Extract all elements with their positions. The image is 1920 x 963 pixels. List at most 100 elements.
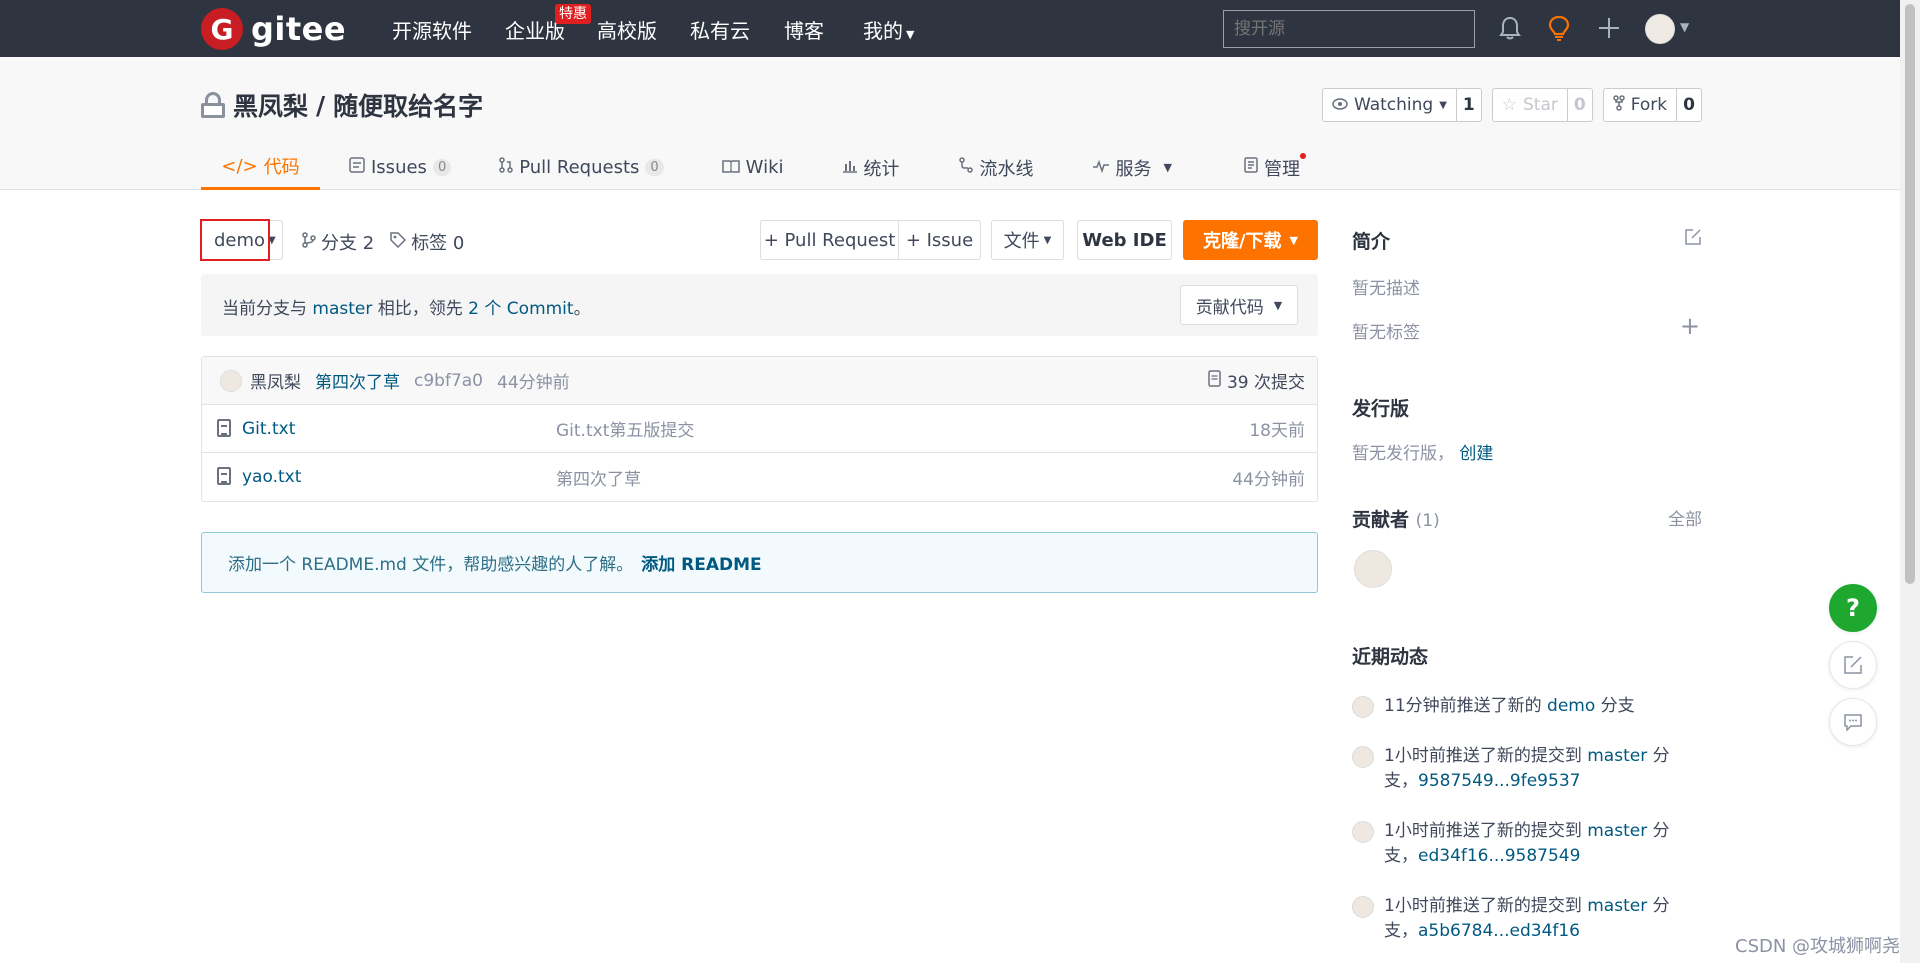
tab-issues-label: Issues — [371, 157, 427, 178]
chat-icon[interactable] — [1829, 698, 1877, 746]
clone-download-button[interactable]: 克隆/下载 ▼ — [1183, 220, 1318, 260]
no-tags: 暂无标签 — [1352, 323, 1420, 343]
chevron-down-icon[interactable]: ▼ — [1680, 20, 1689, 34]
tab-stats[interactable]: 统计 — [842, 145, 900, 190]
avatar[interactable] — [1352, 896, 1374, 918]
help-button[interactable]: ? — [1829, 584, 1877, 632]
nav-open-source[interactable]: 开源软件 — [392, 15, 472, 44]
tab-service[interactable]: 服务 ▼ — [1092, 145, 1172, 190]
chevron-down-icon: ▼ — [1439, 99, 1447, 111]
contributors-heading: 贡献者 (1) — [1352, 505, 1440, 532]
repo-separator: / — [316, 90, 326, 120]
fork-button[interactable]: Fork 0 — [1602, 88, 1702, 122]
fork-count[interactable]: 0 — [1677, 89, 1701, 121]
compare-prefix: 当前分支与 — [222, 299, 307, 319]
nav-university[interactable]: 高校版 — [597, 15, 657, 44]
tab-wiki-label: Wiki — [745, 157, 784, 178]
nav-private-cloud[interactable]: 私有云 — [690, 15, 750, 44]
page-scrollbar[interactable] — [1900, 0, 1920, 963]
star-count[interactable]: 0 — [1568, 89, 1592, 121]
repo-owner-link[interactable]: 黑凤梨 — [233, 87, 308, 123]
tab-pull-requests[interactable]: Pull Requests 0 — [499, 145, 664, 190]
commit-message-link[interactable]: 第四次了草 — [315, 368, 400, 393]
activity-text: 1小时前推送了新的提交到 master 分支，ed34f16...9587549 — [1384, 819, 1694, 869]
scrollbar-thumb[interactable] — [1905, 4, 1915, 584]
all-contributors-link[interactable]: 全部 — [1668, 505, 1702, 530]
branch-icon — [302, 231, 316, 253]
contribute-button[interactable]: 贡献代码 ▼ — [1180, 285, 1298, 325]
tab-manage[interactable]: 管理 — [1244, 145, 1306, 190]
ahead-commits-link[interactable]: 2 个 Commit — [468, 299, 573, 319]
new-pull-request-button[interactable]: + Pull Request — [760, 220, 899, 260]
chevron-down-icon: ▼ — [906, 28, 915, 41]
commit-sha-link[interactable]: c9bf7a0 — [414, 371, 483, 391]
chevron-down-icon: ▼ — [1289, 233, 1299, 247]
file-commit-message[interactable]: Git.txt第五版提交 — [556, 416, 694, 441]
activity-branch-link[interactable]: master — [1587, 746, 1647, 766]
avatar[interactable] — [1352, 746, 1374, 768]
file-menu-button[interactable]: 文件 ▼ — [991, 220, 1064, 260]
repo-title: 黑凤梨 / 随便取给名字 — [201, 87, 483, 123]
book-icon — [721, 157, 740, 178]
tab-wiki[interactable]: Wiki — [721, 145, 784, 190]
contributors-count: (1) — [1415, 511, 1440, 531]
tags-link[interactable]: 标签 0 — [390, 229, 464, 255]
activity-commit-range-link[interactable]: ed34f16...9587549 — [1418, 846, 1580, 866]
bell-icon[interactable] — [1496, 14, 1524, 42]
add-readme-link[interactable]: 添加 README — [641, 550, 761, 575]
file-commit-message[interactable]: 第四次了草 — [556, 465, 641, 490]
notification-dot — [1299, 153, 1306, 159]
watermark: CSDN @攻城狮啊尧 — [1735, 936, 1901, 957]
gitee-logo[interactable]: G gitee — [201, 8, 346, 50]
edit-icon[interactable] — [1684, 227, 1702, 251]
tab-issues[interactable]: Issues 0 — [349, 145, 452, 190]
web-ide-button[interactable]: Web IDE — [1077, 220, 1172, 260]
avatar[interactable] — [1352, 696, 1374, 718]
activity-branch-link[interactable]: master — [1587, 896, 1647, 916]
watch-count[interactable]: 1 — [1457, 89, 1481, 121]
activity-commit-range-link[interactable]: a5b6784...ed34f16 — [1418, 921, 1580, 941]
activity-branch-link[interactable]: demo — [1547, 696, 1595, 716]
create-release-link[interactable]: 创建 — [1459, 444, 1493, 464]
contribute-label: 贡献代码 — [1195, 297, 1264, 318]
document-icon — [1208, 369, 1221, 392]
file-name-link[interactable]: yao.txt — [242, 467, 301, 487]
table-row[interactable]: yao.txt 第四次了草 44分钟前 — [202, 453, 1317, 501]
nav-mine-label: 我的 — [863, 19, 903, 43]
list-item: 1小时前推送了新的提交到 master 分支，9587549...9fe9537 — [1352, 744, 1694, 794]
tab-manage-label: 管理 — [1263, 158, 1300, 180]
feedback-edit-icon[interactable] — [1829, 641, 1877, 689]
activity-prefix: 11分钟前推送了新的 — [1384, 696, 1542, 716]
star-button[interactable]: ☆ Star 0 — [1491, 88, 1593, 122]
watch-label: Watching — [1354, 95, 1434, 115]
readme-notice-text: 添加一个 README.md 文件，帮助感兴趣的人了解。 — [228, 555, 634, 575]
watch-button[interactable]: Watching ▼ 1 — [1322, 88, 1482, 122]
file-icon — [217, 419, 231, 437]
activity-text: 1小时前推送了新的提交到 master 分支，a5b6784...ed34f16 — [1384, 894, 1694, 944]
table-row[interactable]: Git.txt Git.txt第五版提交 18天前 — [202, 405, 1317, 453]
file-name-link[interactable]: Git.txt — [242, 419, 295, 439]
nav-mine[interactable]: 我的 ▼ — [863, 15, 914, 44]
avatar[interactable] — [1354, 550, 1392, 588]
commit-count-link[interactable]: 39 次提交 — [1208, 368, 1305, 393]
avatar[interactable] — [220, 369, 242, 392]
tab-code[interactable]: </> 代码 — [201, 145, 320, 190]
activity-branch-link[interactable]: master — [1587, 821, 1647, 841]
avatar[interactable] — [1352, 821, 1374, 843]
branches-link[interactable]: 分支 2 — [302, 229, 374, 255]
commit-time: 44分钟前 — [497, 373, 570, 393]
add-tag-icon[interactable]: + — [1680, 312, 1700, 340]
repo-name-link[interactable]: 随便取给名字 — [333, 87, 483, 123]
nav-blog[interactable]: 博客 — [784, 15, 824, 44]
new-issue-button[interactable]: + Issue — [898, 220, 981, 260]
tab-pipeline[interactable]: 流水线 — [958, 145, 1034, 190]
activity-text: 1小时前推送了新的提交到 master 分支，9587549...9fe9537 — [1384, 744, 1694, 794]
search-input[interactable] — [1223, 10, 1475, 48]
activity-commit-range-link[interactable]: 9587549...9fe9537 — [1418, 771, 1580, 791]
lock-icon — [201, 92, 225, 118]
plus-icon[interactable] — [1595, 14, 1623, 42]
lightbulb-icon[interactable] — [1545, 14, 1573, 42]
user-avatar[interactable] — [1645, 14, 1675, 44]
commit-author[interactable]: 黑凤梨 — [250, 368, 301, 393]
base-branch-link[interactable]: master — [312, 299, 372, 319]
